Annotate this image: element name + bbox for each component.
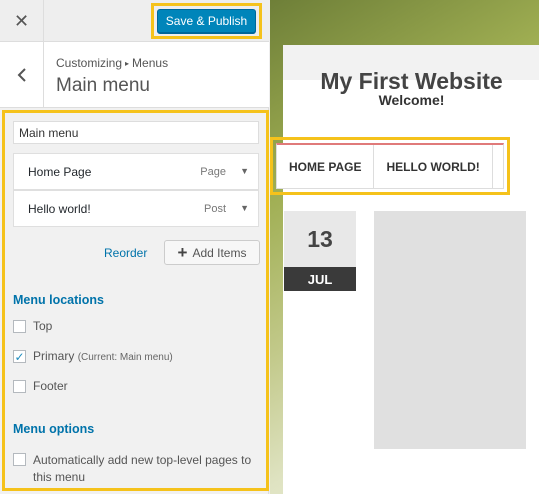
nav-link-hello-world[interactable]: HELLO WORLD!	[373, 145, 493, 188]
menu-item-hello-world[interactable]: Hello world! Post ▼	[13, 190, 259, 227]
dropdown-arrow-icon[interactable]: ▼	[240, 166, 249, 176]
location-primary: ✓ Primary (Current: Main menu)	[13, 349, 173, 363]
auto-add-label: Automatically add new top-level pages to…	[33, 453, 252, 484]
breadcrumb-separator-icon: ▸	[125, 59, 130, 68]
post-date-month: JUL	[284, 267, 356, 291]
post-date-day: 13	[284, 211, 356, 267]
location-label: Footer	[33, 379, 68, 393]
chevron-left-icon[interactable]	[0, 42, 44, 108]
close-icon[interactable]: ✕	[0, 0, 44, 42]
location-primary-checkbox[interactable]: ✓	[13, 350, 26, 363]
publish-highlight: Save & Publish	[151, 3, 262, 39]
primary-nav: HOME PAGE HELLO WORLD!	[276, 143, 504, 189]
location-label: Top	[33, 319, 53, 333]
menu-controls-highlight: Home Page Page ▼ Hello world! Post ▼ Reo…	[2, 110, 269, 491]
auto-add-option: Automatically add new top-level pages to…	[13, 452, 253, 486]
location-label: Primary (Current: Main menu)	[33, 349, 173, 363]
location-top-checkbox[interactable]	[13, 320, 26, 333]
post-featured-image[interactable]	[374, 211, 526, 449]
menu-item-type: Post	[203, 203, 226, 215]
section-title: Main menu	[56, 75, 150, 96]
save-publish-button[interactable]: Save & Publish	[157, 9, 256, 33]
site-title[interactable]: My First Website	[270, 68, 539, 95]
add-items-label: Add Items	[192, 245, 247, 260]
menu-options-heading: Menu options	[13, 422, 95, 436]
location-footer: Footer	[13, 379, 68, 393]
nav-highlight: HOME PAGE HELLO WORLD!	[270, 137, 510, 195]
add-items-button[interactable]: + Add Items	[164, 240, 260, 265]
breadcrumb: Customizing ▸ Menus	[56, 56, 168, 70]
menu-name-input[interactable]	[13, 121, 259, 144]
menu-item-home-page[interactable]: Home Page Page ▼	[13, 153, 259, 190]
menu-locations-heading: Menu locations	[13, 293, 104, 307]
location-top: Top	[13, 319, 52, 333]
nav-link-home-page[interactable]: HOME PAGE	[277, 145, 373, 188]
plus-icon: +	[177, 243, 188, 262]
menu-item-type: Page	[200, 166, 226, 178]
site-preview: My First Website Welcome! HOME PAGE HELL…	[270, 0, 539, 494]
post-date-badge: 13 JUL	[284, 211, 356, 291]
breadcrumb-current: Menus	[132, 56, 169, 70]
site-tagline: Welcome!	[378, 92, 445, 108]
customizer-header: ✕ Save & Publish	[0, 0, 269, 42]
section-header: Customizing ▸ Menus Main menu	[0, 42, 269, 108]
checkmark-icon: ✓	[14, 349, 25, 364]
dropdown-arrow-icon[interactable]: ▼	[240, 203, 249, 213]
menu-item-title: Home Page	[28, 165, 92, 179]
reorder-link[interactable]: Reorder	[104, 246, 147, 260]
auto-add-checkbox[interactable]	[13, 453, 26, 466]
location-note: (Current: Main menu)	[77, 352, 173, 363]
customizer-panel: ✕ Save & Publish Customizing ▸ Menus Main …	[0, 0, 269, 494]
breadcrumb-parent: Customizing	[56, 56, 123, 70]
location-footer-checkbox[interactable]	[13, 380, 26, 393]
menu-item-title: Hello world!	[28, 202, 91, 216]
